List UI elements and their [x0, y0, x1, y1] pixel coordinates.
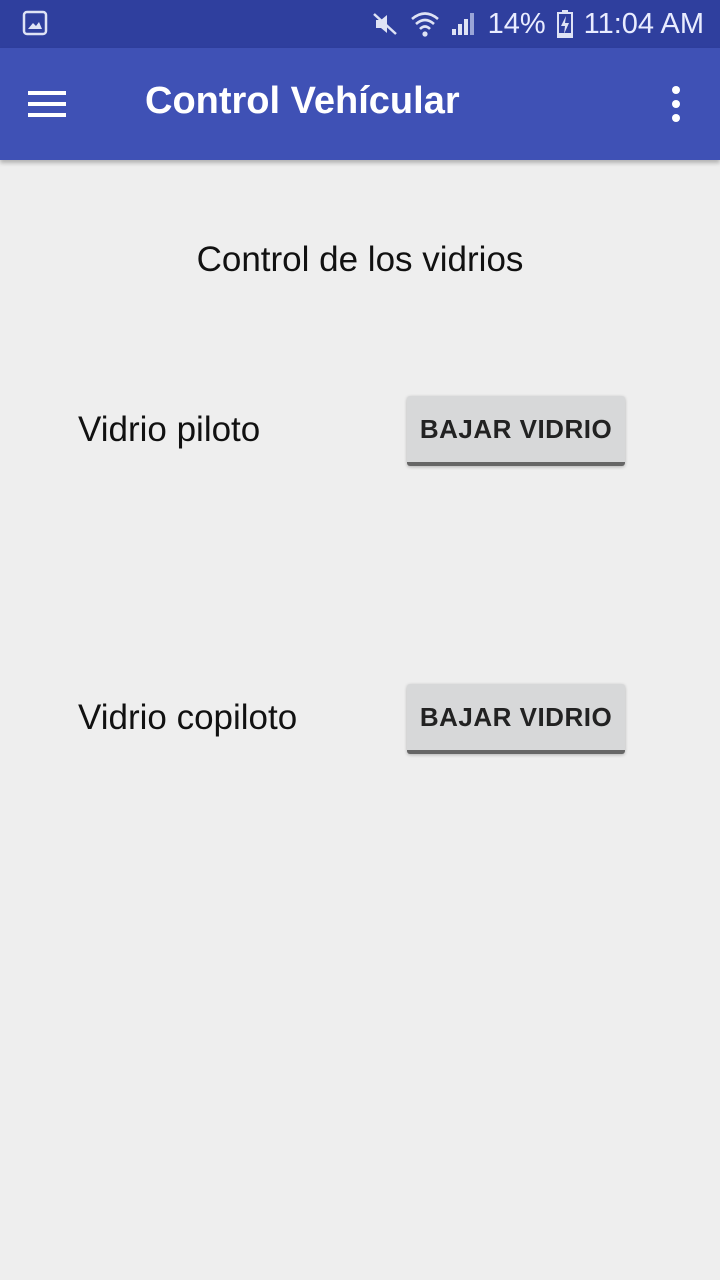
wifi-icon	[410, 12, 439, 37]
menu-button[interactable]	[18, 74, 78, 134]
status-bar: 14% 11:04 AM	[0, 0, 720, 48]
battery-charging-icon	[556, 10, 573, 38]
overflow-menu-icon	[672, 86, 680, 122]
app-bar: Control Vehícular	[0, 48, 720, 160]
hamburger-menu-icon	[28, 91, 66, 117]
section-title: Control de los vidrios	[196, 240, 524, 279]
row-label-vidrio-piloto: Vidrio piloto	[78, 410, 261, 449]
signal-icon	[451, 13, 474, 35]
app-title: Control Vehícular	[145, 80, 460, 122]
row-label-vidrio-copiloto: Vidrio copiloto	[78, 698, 298, 737]
clock: 11:04 AM	[583, 7, 704, 40]
gallery-notification-icon	[22, 10, 48, 36]
battery-percent: 14%	[487, 7, 546, 40]
bajar-vidrio-piloto-button[interactable]: BAJAR VIDRIO	[407, 396, 625, 466]
mute-icon	[372, 13, 397, 35]
overflow-menu-button[interactable]	[652, 78, 700, 130]
bajar-vidrio-copiloto-button[interactable]: BAJAR VIDRIO	[407, 684, 625, 754]
